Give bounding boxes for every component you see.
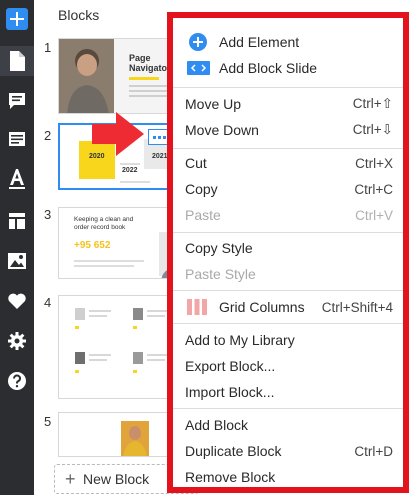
thumbnail-year: 2022 xyxy=(122,167,138,174)
menu-item-grid-columns[interactable]: Grid Columns Ctrl+Shift+4 xyxy=(185,295,393,319)
menu-item-add-element[interactable]: Add Element xyxy=(185,30,393,54)
shortcut-label: Ctrl+V xyxy=(355,207,393,223)
thumbnail-stat: +95 652 xyxy=(74,240,111,251)
menu-item-label: Copy xyxy=(185,181,218,197)
menu-item-label: Cut xyxy=(185,155,207,171)
menu-item-label: Grid Columns xyxy=(219,299,305,315)
gear-icon xyxy=(8,332,26,350)
shortcut-label: Ctrl+⇧ xyxy=(352,96,393,111)
menu-item-label: Move Down xyxy=(185,122,259,138)
menu-item-copy-style[interactable]: Copy Style xyxy=(185,236,393,260)
left-toolbar xyxy=(0,0,34,495)
menu-item-add-to-library[interactable]: Add to My Library xyxy=(185,328,393,352)
help-icon xyxy=(8,372,26,390)
menu-item-label: Add Block xyxy=(185,417,249,433)
thumbnail-heading: Keeping a clean and order record book xyxy=(74,216,134,231)
menu-separator xyxy=(173,408,403,409)
blocks-list-button[interactable] xyxy=(0,124,34,154)
block-number: 5 xyxy=(44,414,52,429)
list-icon xyxy=(9,132,25,146)
comments-button[interactable] xyxy=(0,86,34,116)
menu-item-duplicate-block[interactable]: Duplicate Block Ctrl+D xyxy=(185,439,393,463)
menu-item-move-up[interactable]: Move Up Ctrl+⇧ xyxy=(185,92,393,116)
block-number: 2 xyxy=(44,128,52,143)
shortcut-label: Ctrl+D xyxy=(354,443,393,459)
layout-button[interactable] xyxy=(0,206,34,236)
menu-separator xyxy=(173,148,403,149)
new-block-label: New Block xyxy=(83,471,150,487)
menu-item-import-block[interactable]: Import Block... xyxy=(185,380,393,404)
menu-item-label: Remove Block xyxy=(185,469,276,485)
menu-item-label: Add Block Slide xyxy=(219,60,318,76)
menu-item-paste: Paste Ctrl+V xyxy=(185,203,393,227)
menu-item-move-down[interactable]: Move Down Ctrl+⇩ xyxy=(185,118,393,142)
menu-item-export-block[interactable]: Export Block... xyxy=(185,354,393,378)
slide-arrows-icon xyxy=(187,61,210,75)
settings-button[interactable] xyxy=(0,326,34,356)
menu-item-label: Import Block... xyxy=(185,384,275,400)
shortcut-label: Ctrl+⇩ xyxy=(352,122,393,137)
menu-item-add-block-slide[interactable]: Add Block Slide xyxy=(185,56,393,80)
block-number: 3 xyxy=(44,207,52,222)
menu-item-copy[interactable]: Copy Ctrl+C xyxy=(185,177,393,201)
grid-columns-icon xyxy=(187,299,207,315)
block-number: 4 xyxy=(44,295,52,310)
shortcut-label: Ctrl+Shift+4 xyxy=(321,299,393,315)
shortcut-label: Ctrl+C xyxy=(354,181,393,197)
menu-item-label: Duplicate Block xyxy=(185,443,282,459)
pages-button[interactable] xyxy=(0,46,34,76)
panel-title: Blocks xyxy=(58,7,100,23)
menu-item-cut[interactable]: Cut Ctrl+X xyxy=(185,151,393,175)
menu-item-label: Move Up xyxy=(185,96,242,112)
heart-icon xyxy=(8,293,26,309)
typography-button[interactable] xyxy=(0,164,34,194)
page-icon xyxy=(10,51,25,71)
menu-item-label: Add Element xyxy=(219,34,300,50)
menu-item-label: Export Block... xyxy=(185,358,276,374)
comment-icon xyxy=(9,93,25,109)
add-icon[interactable] xyxy=(6,8,28,30)
shortcut-label: Ctrl+X xyxy=(355,155,393,171)
block-number: 1 xyxy=(44,40,52,55)
add-circle-icon xyxy=(189,33,207,51)
favorites-button[interactable] xyxy=(0,286,34,316)
menu-item-label: Paste xyxy=(185,207,221,223)
images-button[interactable] xyxy=(0,246,34,276)
menu-item-add-block[interactable]: Add Block xyxy=(185,413,393,437)
image-icon xyxy=(8,253,26,269)
typography-icon xyxy=(9,169,25,189)
menu-separator xyxy=(173,290,403,291)
menu-item-label: Add to My Library xyxy=(185,332,295,348)
menu-item-remove-block[interactable]: Remove Block xyxy=(185,465,393,489)
menu-item-label: Copy Style xyxy=(185,240,253,256)
help-button[interactable] xyxy=(0,366,34,396)
menu-item-label: Paste Style xyxy=(185,266,256,282)
menu-separator xyxy=(173,87,403,88)
menu-item-paste-style: Paste Style xyxy=(185,262,393,286)
arrow-annotation-icon xyxy=(92,112,144,156)
menu-separator xyxy=(173,323,403,324)
plus-icon: + xyxy=(65,469,76,489)
thumbnail-year: 2021 xyxy=(152,153,168,160)
menu-separator xyxy=(173,232,403,233)
context-menu: Add Element Add Block Slide Move Up Ctrl… xyxy=(167,12,409,493)
layout-icon xyxy=(9,213,25,229)
